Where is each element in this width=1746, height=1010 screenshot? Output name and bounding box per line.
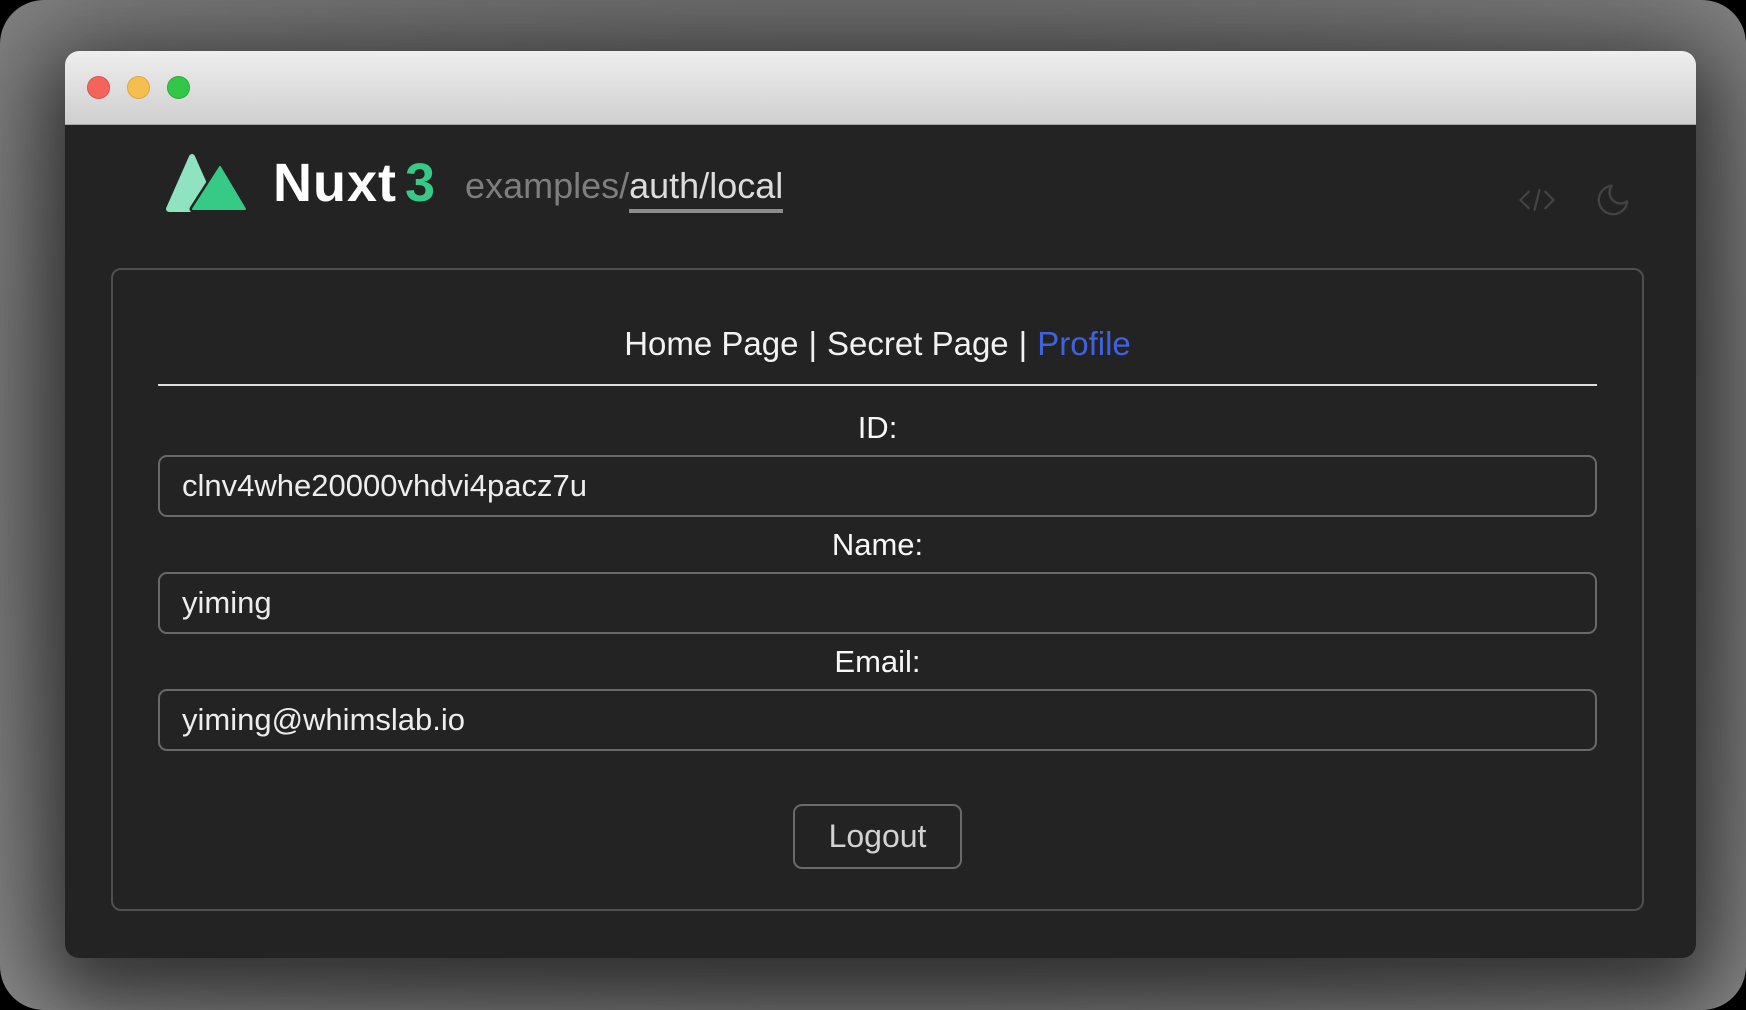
nav-separator: | <box>1009 325 1038 362</box>
page-nav: Home Page|Secret Page|Profile <box>158 325 1597 363</box>
email-label: Email: <box>158 644 1597 680</box>
logout-button[interactable]: Logout <box>793 804 963 869</box>
nav-separator: | <box>798 325 827 362</box>
nav-link-home-page[interactable]: Home Page <box>624 325 798 362</box>
nav-link-secret-page[interactable]: Secret Page <box>827 325 1009 362</box>
breadcrumb: examples/auth/local <box>465 165 783 207</box>
nav-divider <box>158 384 1597 386</box>
id-label: ID: <box>158 410 1597 446</box>
email-field[interactable] <box>158 689 1597 751</box>
page-content: Nuxt 3 examples/auth/local <box>65 125 1696 957</box>
name-label: Name: <box>158 527 1597 563</box>
header-actions <box>1516 181 1632 219</box>
name-field[interactable] <box>158 572 1597 634</box>
close-window-button[interactable] <box>87 76 110 99</box>
breadcrumb-current-link[interactable]: auth/local <box>629 165 783 213</box>
logout-row: Logout <box>158 804 1597 869</box>
browser-window: Nuxt 3 examples/auth/local <box>65 51 1696 958</box>
id-field[interactable] <box>158 455 1597 517</box>
brand-version: 3 <box>405 152 435 214</box>
nav-link-profile[interactable]: Profile <box>1037 325 1131 362</box>
breadcrumb-prefix: examples/ <box>465 165 629 206</box>
code-icon[interactable] <box>1516 185 1558 215</box>
app-header: Nuxt 3 examples/auth/local <box>65 125 1696 219</box>
moon-icon[interactable] <box>1594 181 1632 219</box>
profile-card: Home Page|Secret Page|Profile ID: Name: … <box>111 268 1644 911</box>
nuxt-logo-icon <box>165 151 249 215</box>
zoom-window-button[interactable] <box>167 76 190 99</box>
desktop-background: Nuxt 3 examples/auth/local <box>0 0 1746 1010</box>
window-titlebar <box>65 51 1696 125</box>
minimize-window-button[interactable] <box>127 76 150 99</box>
brand-name: Nuxt <box>273 152 397 214</box>
